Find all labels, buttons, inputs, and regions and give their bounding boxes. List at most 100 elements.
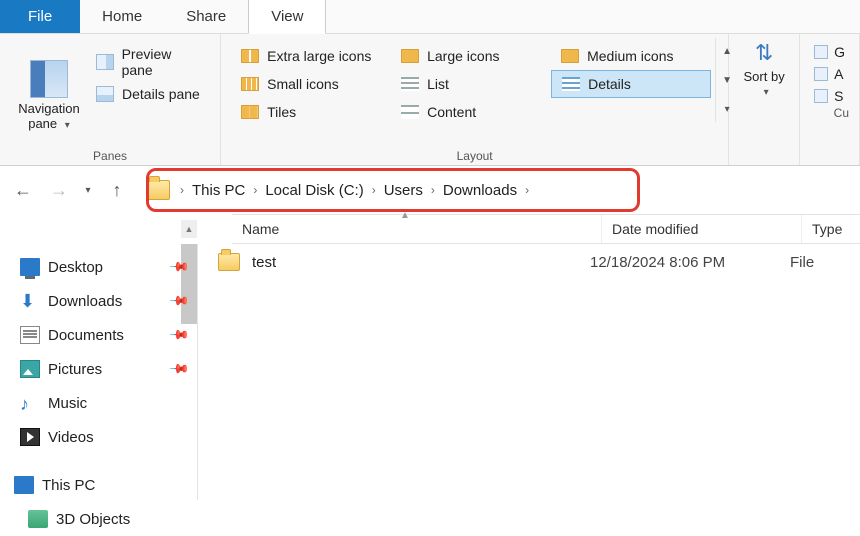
layout-list[interactable]: List: [391, 70, 551, 98]
preview-pane-button[interactable]: Preview pane: [96, 46, 204, 78]
chevron-right-icon[interactable]: ›: [517, 183, 537, 197]
tree-label: Downloads: [48, 293, 122, 310]
chevron-down-icon: ▾: [764, 87, 769, 98]
address-bar[interactable]: › This PC › Local Disk (C:) › Users › Do…: [146, 174, 850, 206]
tab-file[interactable]: File: [0, 0, 80, 33]
desktop-icon: [20, 258, 40, 276]
size-columns-icon: [814, 89, 828, 103]
file-row[interactable]: test 12/18/2024 8:06 PM File: [198, 244, 860, 280]
videos-icon: [20, 428, 40, 446]
medium-icons-icon: [561, 49, 579, 63]
details-pane-label: Details pane: [122, 86, 200, 102]
layout-label: Details: [588, 76, 631, 92]
layout-label: Large icons: [427, 48, 499, 64]
column-header-name[interactable]: Name: [232, 215, 602, 243]
large-icons-icon: [401, 49, 419, 63]
chevron-right-icon[interactable]: ›: [172, 183, 192, 197]
list-icon: [401, 77, 419, 91]
tab-share[interactable]: Share: [164, 0, 248, 33]
ribbon-group-panes: Navigation pane ▾ Preview pane Details p…: [0, 34, 221, 165]
tab-view[interactable]: View: [248, 0, 326, 34]
group-by-button[interactable]: G: [814, 44, 845, 60]
sort-icon: ⇅: [755, 40, 773, 66]
chevron-right-icon[interactable]: ›: [423, 183, 443, 197]
pc-icon: [14, 476, 34, 494]
preview-pane-icon: [96, 54, 114, 70]
nav-forward-button[interactable]: →: [46, 177, 72, 203]
content-icon: [401, 105, 419, 119]
ribbon-group-current-view: G A S Cu: [800, 34, 860, 165]
tab-home[interactable]: Home: [80, 0, 164, 33]
layout-medium-icons[interactable]: Medium icons: [551, 42, 711, 70]
3d-objects-icon: [28, 510, 48, 528]
column-header-date[interactable]: Date modified: [602, 215, 802, 243]
nav-history-dropdown[interactable]: ▾: [82, 185, 94, 196]
chevron-right-icon[interactable]: ›: [364, 183, 384, 197]
partial-label: A: [834, 66, 843, 82]
sort-by-label: Sort by: [744, 69, 785, 84]
layout-tiles[interactable]: Tiles: [231, 98, 391, 126]
documents-icon: [20, 326, 40, 344]
tree-item-desktop[interactable]: Desktop 📌: [20, 250, 197, 284]
layout-label: Content: [427, 104, 476, 120]
tree-item-videos[interactable]: Videos: [20, 420, 197, 454]
layout-group-label: Layout: [231, 147, 718, 163]
tree-item-music[interactable]: ♪ Music: [20, 386, 197, 420]
ribbon-group-layout: Extra large icons Large icons Medium ico…: [221, 34, 729, 165]
chevron-right-icon[interactable]: ›: [245, 183, 265, 197]
size-columns-button[interactable]: S: [814, 88, 845, 104]
tree-item-downloads[interactable]: ⬇ Downloads 📌: [20, 284, 197, 318]
layout-extra-large-icons[interactable]: Extra large icons: [231, 42, 391, 70]
tiles-icon: [241, 105, 259, 119]
add-columns-icon: [814, 67, 828, 81]
tree-label: Desktop: [48, 259, 103, 276]
layout-large-icons[interactable]: Large icons: [391, 42, 551, 70]
layout-label: Tiles: [267, 104, 296, 120]
navigation-pane-button[interactable]: Navigation pane ▾: [10, 38, 88, 147]
folder-icon: [146, 180, 170, 200]
tree-label: Pictures: [48, 361, 102, 378]
ribbon-group-sort: ⇅ Sort by ▾: [729, 34, 800, 165]
tree-label: Documents: [48, 327, 124, 344]
tree-item-documents[interactable]: Documents 📌: [20, 318, 197, 352]
column-header-type[interactable]: Type: [802, 215, 860, 243]
nav-up-button[interactable]: ↑: [104, 177, 130, 203]
pin-icon: 📌: [168, 324, 191, 347]
layout-details[interactable]: Details: [551, 70, 711, 98]
pictures-icon: [20, 360, 40, 378]
details-icon: [562, 77, 580, 91]
file-type: File: [790, 254, 814, 271]
breadcrumb-users[interactable]: Users: [384, 182, 423, 199]
address-row: ← → ▾ ↑ › This PC › Local Disk (C:) › Us…: [0, 166, 860, 214]
breadcrumb-this-pc[interactable]: This PC: [192, 182, 245, 199]
column-headers: ▲ Name Date modified Type: [232, 214, 860, 244]
file-date: 12/18/2024 8:06 PM: [590, 254, 790, 271]
layout-label: Small icons: [267, 76, 339, 92]
navigation-pane-icon: [30, 60, 68, 98]
layout-label: List: [427, 76, 449, 92]
tree-label: 3D Objects: [56, 511, 130, 528]
partial-label: G: [834, 44, 845, 60]
preview-pane-label: Preview pane: [122, 46, 205, 78]
scrollbar-up-button[interactable]: ▲: [181, 220, 197, 238]
tree-item-pictures[interactable]: Pictures 📌: [20, 352, 197, 386]
files-pane: test 12/18/2024 8:06 PM File: [198, 244, 860, 500]
ribbon: Navigation pane ▾ Preview pane Details p…: [0, 34, 860, 166]
tree-item-3d-objects[interactable]: 3D Objects: [28, 502, 197, 536]
extra-large-icons-icon: [241, 49, 259, 63]
details-pane-button[interactable]: Details pane: [96, 86, 204, 102]
downloads-icon: ⬇: [20, 292, 40, 310]
layout-small-icons[interactable]: Small icons: [231, 70, 391, 98]
tree-item-this-pc[interactable]: This PC: [14, 468, 197, 502]
breadcrumb-local-disk[interactable]: Local Disk (C:): [265, 182, 363, 199]
add-columns-button[interactable]: A: [814, 66, 845, 82]
layout-content[interactable]: Content: [391, 98, 551, 126]
layout-label: Extra large icons: [267, 48, 371, 64]
tree-label: Music: [48, 395, 87, 412]
breadcrumb-downloads[interactable]: Downloads: [443, 182, 517, 199]
body: ▲ Desktop 📌 ⬇ Downloads 📌 Documents 📌 Pi…: [0, 244, 860, 500]
scrollbar-thumb[interactable]: [181, 244, 197, 324]
sort-by-button[interactable]: ⇅ Sort by ▾: [739, 40, 789, 163]
nav-back-button[interactable]: ←: [10, 177, 36, 203]
group-by-icon: [814, 45, 828, 59]
